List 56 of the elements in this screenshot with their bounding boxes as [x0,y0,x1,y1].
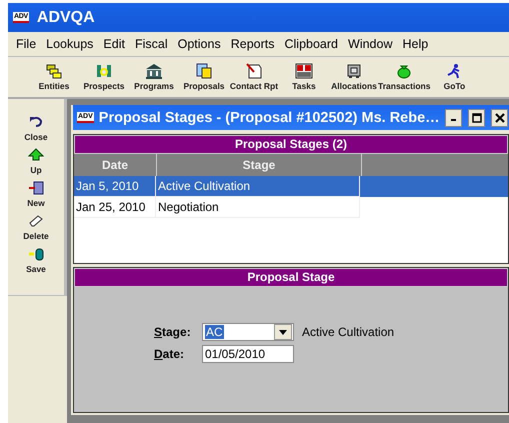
sidebar-button[interactable]: Close [24,115,48,142]
table-cell: Jan 5, 2010 [74,176,156,197]
form-title: Proposal Stage [74,268,508,287]
new-record-icon [28,181,44,195]
table-cell: Negotiation [156,197,360,218]
window-title: Proposal Stages - (Proposal #102502) Ms. Rebe… [98,110,440,126]
table-cell: Jan 25, 2010 [74,197,156,218]
stage-description: Active Cultivation [302,325,394,339]
table-row[interactable]: Jan 5, 2010 Active Cultivation [74,176,508,197]
close-button[interactable] [491,108,508,126]
menu-item[interactable]: Help [398,37,434,51]
document-icon [195,63,213,79]
field-label: Stage: [154,325,192,339]
stack-icon [45,63,63,79]
up-arrow-icon [28,148,44,162]
table-cell: Active Cultivation [156,176,360,197]
menu-item[interactable]: Window [344,37,398,51]
toolbar-button[interactable]: Allocations [328,63,380,91]
maximize-button[interactable] [468,108,485,126]
sidebar-button[interactable]: Delete [23,214,49,241]
building-icon [145,63,163,79]
toolbar-button[interactable]: Prospects [78,63,130,91]
app-title: ADVQA [36,8,95,26]
money-bag-icon [395,63,414,79]
eraser-icon [28,214,44,228]
menu-item[interactable]: Options [174,37,227,51]
toolbar-button[interactable]: Transactions [378,63,430,91]
table-row[interactable]: Jan 25, 2010 Negotiation [74,197,508,218]
toolbar-button[interactable]: Programs [128,63,180,91]
document-icon [245,63,263,79]
menu-item[interactable]: File [12,37,42,51]
menu-item[interactable]: Edit [99,37,131,51]
toolbar-button[interactable]: Tasks [278,63,330,91]
field-label: Date: [154,347,186,361]
caret-icon [279,330,287,334]
menu-item[interactable]: Fiscal [130,37,174,51]
sidebar-button[interactable]: New [27,181,45,208]
menu-item[interactable]: Reports [226,37,280,51]
grid-title: Proposal Stages (2) [74,135,508,154]
save-icon [28,247,44,261]
sidebar-button[interactable]: Save [26,247,46,274]
toolbar-button[interactable]: Proposals [178,63,230,91]
calendar-icon [295,63,313,79]
sidebar-button[interactable]: Up [28,148,44,175]
undo-arrow-icon [28,115,44,129]
menu-item[interactable]: Lookups [42,37,100,51]
toolbar-button[interactable]: Contact Rpt [228,63,280,91]
safe-icon [345,63,363,79]
close-icon [494,112,504,122]
menu-item[interactable]: Clipboard [280,37,344,51]
stage-dropdown[interactable]: AC [202,323,294,341]
toolbar-button[interactable]: Entities [28,63,80,91]
maximize-icon [472,112,482,122]
minimize-button[interactable] [445,108,462,126]
date-field[interactable]: 01/05/2010 [202,345,294,363]
people-icon [95,63,113,79]
